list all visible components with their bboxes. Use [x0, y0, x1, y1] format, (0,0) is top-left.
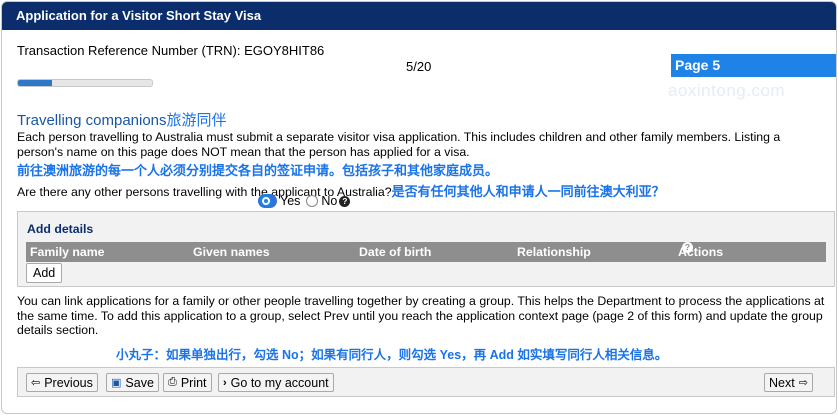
help-icon[interactable]: ?	[339, 195, 351, 207]
radio-no[interactable]	[306, 195, 319, 207]
column-date-of-birth: Date of birth	[359, 245, 432, 259]
section-description-cn: 前往澳洲旅游的每一个人必须分别提交各自的签证申请。包括孩子和其他家庭成员。	[17, 163, 499, 178]
application-window: Application for a Visitor Short Stay Vis…	[1, 1, 837, 414]
actions-help-icon[interactable]: ?	[682, 242, 693, 253]
radio-yes[interactable]	[260, 195, 272, 207]
column-relationship: Relationship	[517, 245, 591, 259]
arrow-left-icon: ⇦	[31, 377, 41, 389]
go-to-account-button[interactable]: › Go to my account	[218, 373, 334, 392]
companions-radio-group: Yes No ?	[258, 194, 351, 208]
section-description: Each person travelling to Australia must…	[17, 130, 781, 159]
save-label: Save	[125, 375, 154, 390]
transaction-reference: Transaction Reference Number (TRN): EGOY…	[17, 43, 325, 58]
watermark: aoxintong.com	[668, 81, 786, 100]
section-title-cn: 旅游同伴	[166, 112, 227, 129]
previous-label: Previous	[44, 375, 93, 390]
group-info: You can link applications for a family o…	[17, 294, 825, 337]
save-icon: ▣	[111, 377, 122, 389]
progress-bar	[17, 79, 153, 87]
chevron-right-icon: ›	[223, 376, 227, 389]
page-counter: 5/20	[406, 59, 432, 74]
radio-no-label[interactable]: No	[321, 194, 337, 208]
footer-bar: ⇦ Previous ▣ Save ⎙ Print › Go to my account…	[17, 367, 835, 397]
arrow-right-icon: ⇨	[798, 377, 808, 389]
radio-yes-label[interactable]: Yes	[280, 194, 300, 208]
previous-button[interactable]: ⇦ Previous	[26, 373, 98, 392]
section-title-en: Travelling companions	[17, 112, 167, 129]
print-icon: ⎙	[168, 376, 177, 388]
column-given-names: Given names	[193, 245, 270, 259]
section-title: Travelling companions旅游同伴	[17, 109, 227, 130]
next-button[interactable]: Next ⇨	[764, 373, 813, 392]
page-header: Application for a Visitor Short Stay Vis…	[2, 2, 836, 30]
yes-highlight	[258, 194, 277, 208]
account-label: Go to my account	[230, 375, 329, 390]
progress-fill	[18, 80, 52, 86]
next-label: Next	[769, 375, 795, 390]
add-details-panel: Add details Family name Given names Date…	[17, 211, 835, 287]
annotation-note-cn: 小丸子：如果单独出行，勾选 No；如果有同行人，则勾选 Yes，再 Add 如实…	[116, 348, 668, 362]
save-button[interactable]: ▣ Save	[106, 373, 159, 392]
add-button[interactable]: Add	[26, 263, 63, 283]
print-button[interactable]: ⎙ Print	[163, 373, 212, 392]
print-label: Print	[180, 375, 207, 390]
add-details-title: Add details	[27, 222, 94, 236]
page-badge: Page 5	[671, 54, 836, 77]
question-text-cn: 是否有任何其他人和申请人一同前往澳大利亚？	[391, 184, 665, 199]
companions-table-header: Family name Given names Date of birth Re…	[26, 242, 826, 262]
column-family-name: Family name	[30, 245, 105, 259]
